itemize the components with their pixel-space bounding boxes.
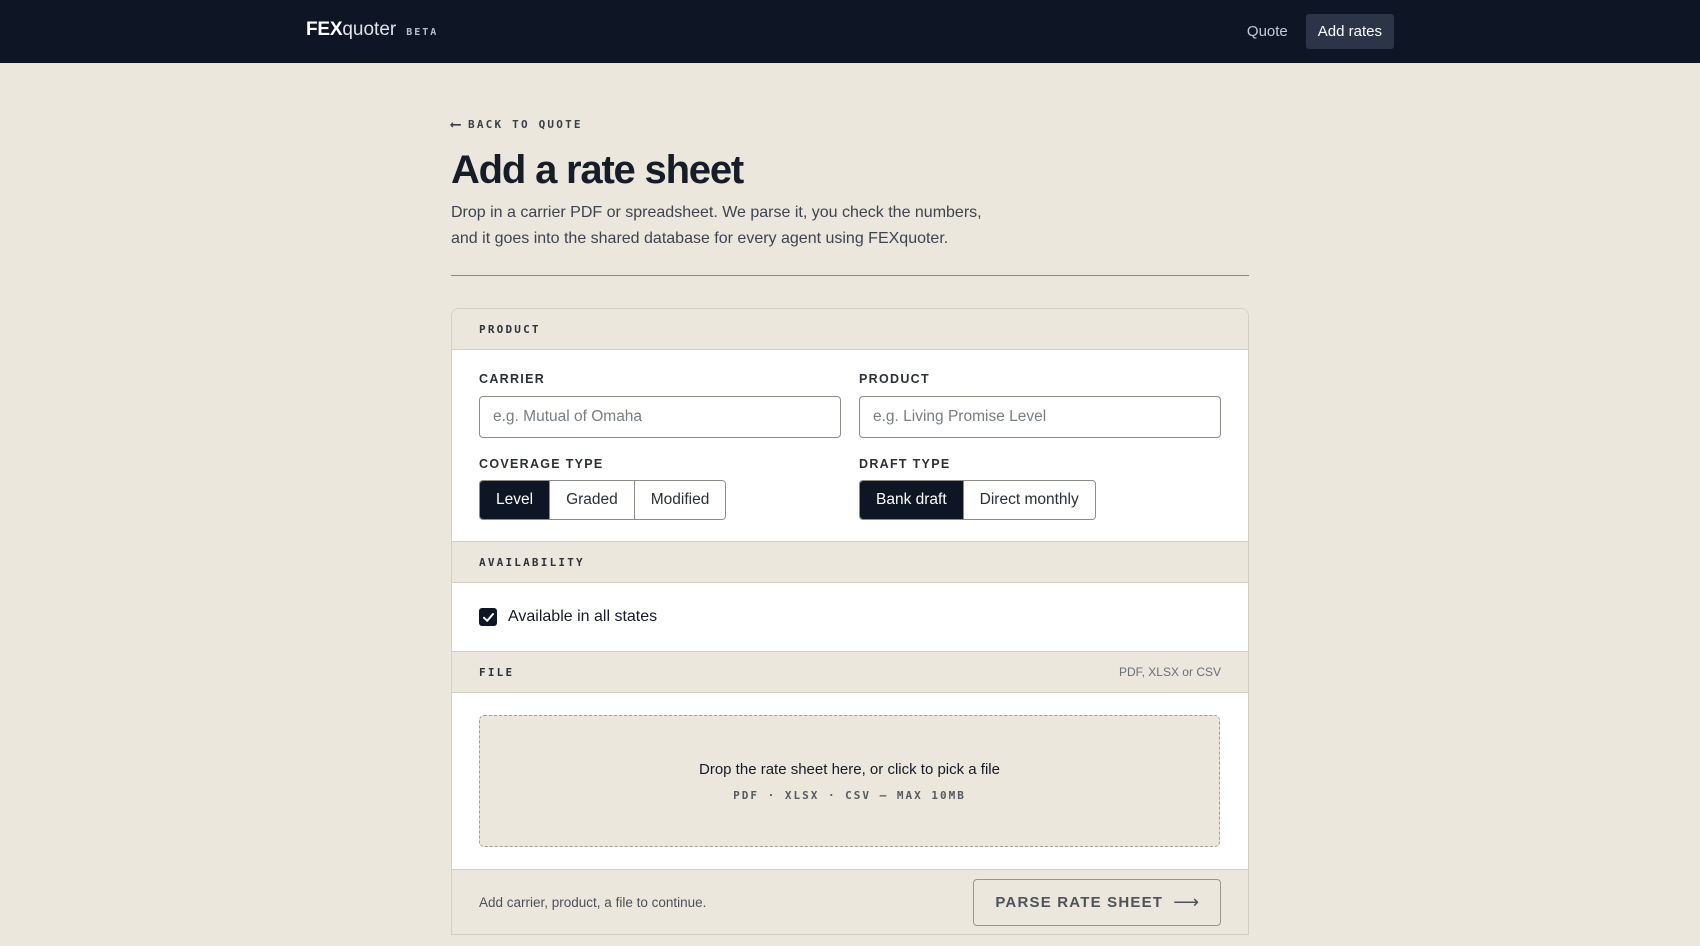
brand-logo[interactable]: FEX quoter BETA — [306, 19, 438, 43]
carrier-input[interactable] — [479, 396, 841, 438]
parse-button-label: PARSE RATE SHEET — [995, 893, 1164, 911]
main-nav: Quote Add rates — [1235, 14, 1394, 49]
top-nav-bar: FEX quoter BETA Quote Add rates — [0, 0, 1700, 63]
main-content: ⟵ BACK TO QUOTE Add a rate sheet Drop in… — [451, 63, 1249, 935]
back-to-quote-link[interactable]: ⟵ BACK TO QUOTE — [451, 117, 583, 132]
carrier-field-group: CARRIER — [479, 372, 841, 438]
coverage-type-label: COVERAGE TYPE — [479, 457, 604, 471]
product-label: PRODUCT — [859, 372, 930, 386]
page-subtitle: Drop in a carrier PDF or spreadsheet. We… — [451, 204, 982, 247]
coverage-option-graded[interactable]: Graded — [549, 481, 634, 519]
brand-name-light: quoter — [342, 19, 397, 40]
checkmark-icon — [482, 612, 494, 622]
file-section: Drop the rate sheet here, or click to pi… — [452, 715, 1248, 870]
form-footer: Add carrier, product, a file to continue… — [452, 870, 1248, 934]
back-label: BACK TO QUOTE — [468, 118, 583, 131]
rate-sheet-form: PRODUCT CARRIER PRODUCT COVERAGE TYPE Le… — [451, 308, 1249, 935]
arrow-left-icon: ⟵ — [451, 115, 461, 133]
coverage-type-group: COVERAGE TYPE Level Graded Modified — [479, 457, 841, 520]
beta-badge: BETA — [406, 27, 439, 38]
file-types-hint: PDF, XLSX or CSV — [1118, 665, 1221, 679]
draft-type-label: DRAFT TYPE — [859, 457, 951, 471]
availability-section-title: AVAILABILITY — [479, 555, 585, 569]
all-states-label[interactable]: Available in all states — [508, 608, 657, 626]
dropzone-subtitle: PDF · XLSX · CSV — MAX 10MB — [733, 788, 966, 802]
coverage-option-modified[interactable]: Modified — [633, 481, 726, 519]
draft-option-bank-draft[interactable]: Bank draft — [860, 481, 963, 519]
coverage-type-toggle: Level Graded Modified — [479, 480, 727, 520]
all-states-checkbox[interactable] — [479, 608, 497, 626]
availability-section: Available in all states — [452, 583, 1248, 652]
file-dropzone[interactable]: Drop the rate sheet here, or click to pi… — [479, 715, 1220, 847]
dropzone-title: Drop the rate sheet here, or click to pi… — [699, 760, 1000, 778]
nav-add-rates[interactable]: Add rates — [1305, 14, 1394, 49]
product-section-title: PRODUCT — [479, 322, 541, 336]
all-states-row: Available in all states — [479, 583, 1221, 651]
availability-section-header: AVAILABILITY — [452, 542, 1248, 583]
product-section-header: PRODUCT — [452, 309, 1248, 350]
file-section-header: FILE PDF, XLSX or CSV — [452, 652, 1248, 693]
brand-name-strong: FEX — [306, 19, 343, 40]
product-input[interactable] — [859, 396, 1221, 438]
nav-quote[interactable]: Quote — [1235, 14, 1300, 49]
validation-message: Add carrier, product, a file to continue… — [479, 894, 707, 910]
product-section: CARRIER PRODUCT COVERAGE TYPE Level Grad… — [452, 350, 1248, 542]
coverage-option-level[interactable]: Level — [480, 481, 550, 519]
divider — [451, 275, 1249, 276]
draft-type-toggle: Bank draft Direct monthly — [859, 480, 1096, 520]
carrier-label: CARRIER — [479, 372, 546, 386]
parse-rate-sheet-button[interactable]: PARSE RATE SHEET ⟶ — [973, 878, 1221, 926]
arrow-right-icon: ⟶ — [1173, 891, 1199, 912]
page-title: Add a rate sheet — [451, 148, 744, 192]
product-field-group: PRODUCT — [859, 372, 1221, 438]
file-section-title: FILE — [479, 665, 515, 679]
draft-type-group: DRAFT TYPE Bank draft Direct monthly — [859, 457, 1221, 520]
draft-option-direct-monthly[interactable]: Direct monthly — [962, 481, 1095, 519]
